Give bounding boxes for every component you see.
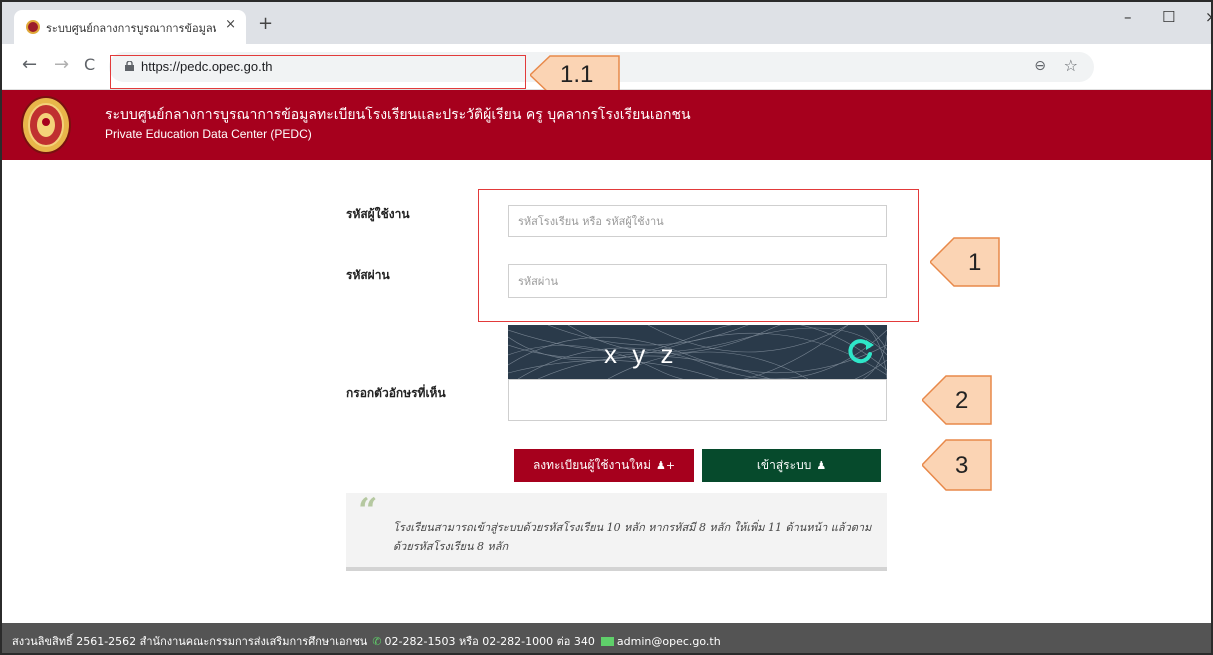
phone-icon: ✆: [372, 635, 382, 648]
login-button-label: เข้าสู่ระบบ: [756, 458, 812, 472]
maximize-button[interactable]: ☐: [1162, 8, 1175, 26]
register-button[interactable]: ลงทะเบียนผู้ใช้งานใหม่ ♟+: [514, 449, 694, 482]
tab-close-icon[interactable]: ×: [225, 17, 236, 32]
captcha-input[interactable]: [508, 379, 887, 421]
username-label: รหัสผู้ใช้งาน: [346, 207, 410, 221]
login-callout: 1: [930, 237, 1000, 287]
tab-title: ระบบศูนย์กลางการบูรณาการข้อมูลทะเบี: [46, 22, 216, 35]
site-subtitle: Private Education Data Center (PEDC): [105, 127, 312, 141]
site-footer: สงวนลิขสิทธิ์ 2561-2562 สำนักงานคณะกรรมก…: [2, 623, 1211, 653]
captcha-callout-label: 2: [955, 387, 969, 414]
footer-copyright: สงวนลิขสิทธิ์ 2561-2562 สำนักงานคณะกรรมก…: [12, 635, 368, 648]
quote-icon: “: [358, 491, 378, 531]
zoom-icon[interactable]: ⊖: [1034, 58, 1046, 74]
emblem-logo: [21, 96, 71, 154]
url-callout: 1.1: [530, 55, 620, 95]
user-icon: ♟: [816, 459, 827, 472]
back-arrow-icon[interactable]: ←: [22, 56, 37, 74]
password-input[interactable]: [508, 264, 887, 298]
note-text: โรงเรียนสามารถเข้าสู่ระบบด้วยรหัสโรงเรีย…: [393, 521, 872, 553]
buttons-callout: 3: [922, 439, 992, 491]
site-title: ระบบศูนย์กลางการบูรณาการข้อมูลทะเบียนโรง…: [105, 107, 691, 123]
refresh-icon[interactable]: [847, 337, 875, 365]
url-callout-label: 1.1: [560, 61, 594, 88]
footer-phone: 02-282-1503 หรือ 02-282-1000 ต่อ 340: [384, 635, 595, 648]
username-input[interactable]: [508, 205, 887, 237]
add-user-icon: ♟+: [655, 459, 676, 472]
footer-email[interactable]: admin@opec.go.th: [617, 635, 721, 648]
captcha-image: x y z: [508, 325, 887, 379]
captcha-text: x y z: [604, 339, 678, 369]
browser-tab[interactable]: ระบบศูนย์กลางการบูรณาการข้อมูลทะเบี ×: [14, 10, 246, 44]
buttons-callout-label: 3: [955, 452, 969, 479]
url-annotation-box: [110, 55, 526, 89]
info-note: “ โรงเรียนสามารถเข้าสู่ระบบด้วยรหัสโรงเร…: [346, 491, 887, 571]
captcha-label: กรอกตัวอักษรที่เห็น: [346, 386, 446, 400]
favicon-icon: [26, 20, 40, 34]
register-button-label: ลงทะเบียนผู้ใช้งานใหม่: [532, 458, 651, 472]
captcha-callout: 2: [922, 375, 992, 425]
new-tab-button[interactable]: +: [258, 15, 273, 33]
login-button[interactable]: เข้าสู่ระบบ ♟: [702, 449, 881, 482]
mail-icon: [600, 637, 614, 646]
star-icon[interactable]: ☆: [1064, 56, 1078, 75]
login-callout-label: 1: [968, 249, 982, 276]
password-label: รหัสผ่าน: [346, 268, 390, 282]
browser-tabstrip: ระบบศูนย์กลางการบูรณาการข้อมูลทะเบี × + …: [2, 2, 1211, 44]
screenshot-frame: ระบบศูนย์กลางการบูรณาการข้อมูลทะเบี × + …: [0, 0, 1213, 655]
close-window-button[interactable]: ×: [1205, 8, 1211, 26]
footer-text: สงวนลิขสิทธิ์ 2561-2562 สำนักงานคณะกรรมก…: [12, 632, 721, 650]
minimize-button[interactable]: –: [1124, 8, 1132, 26]
site-header: ระบบศูนย์กลางการบูรณาการข้อมูลทะเบียนโรง…: [2, 90, 1211, 160]
reload-icon[interactable]: C: [84, 56, 95, 74]
forward-arrow-icon[interactable]: →: [54, 56, 69, 74]
